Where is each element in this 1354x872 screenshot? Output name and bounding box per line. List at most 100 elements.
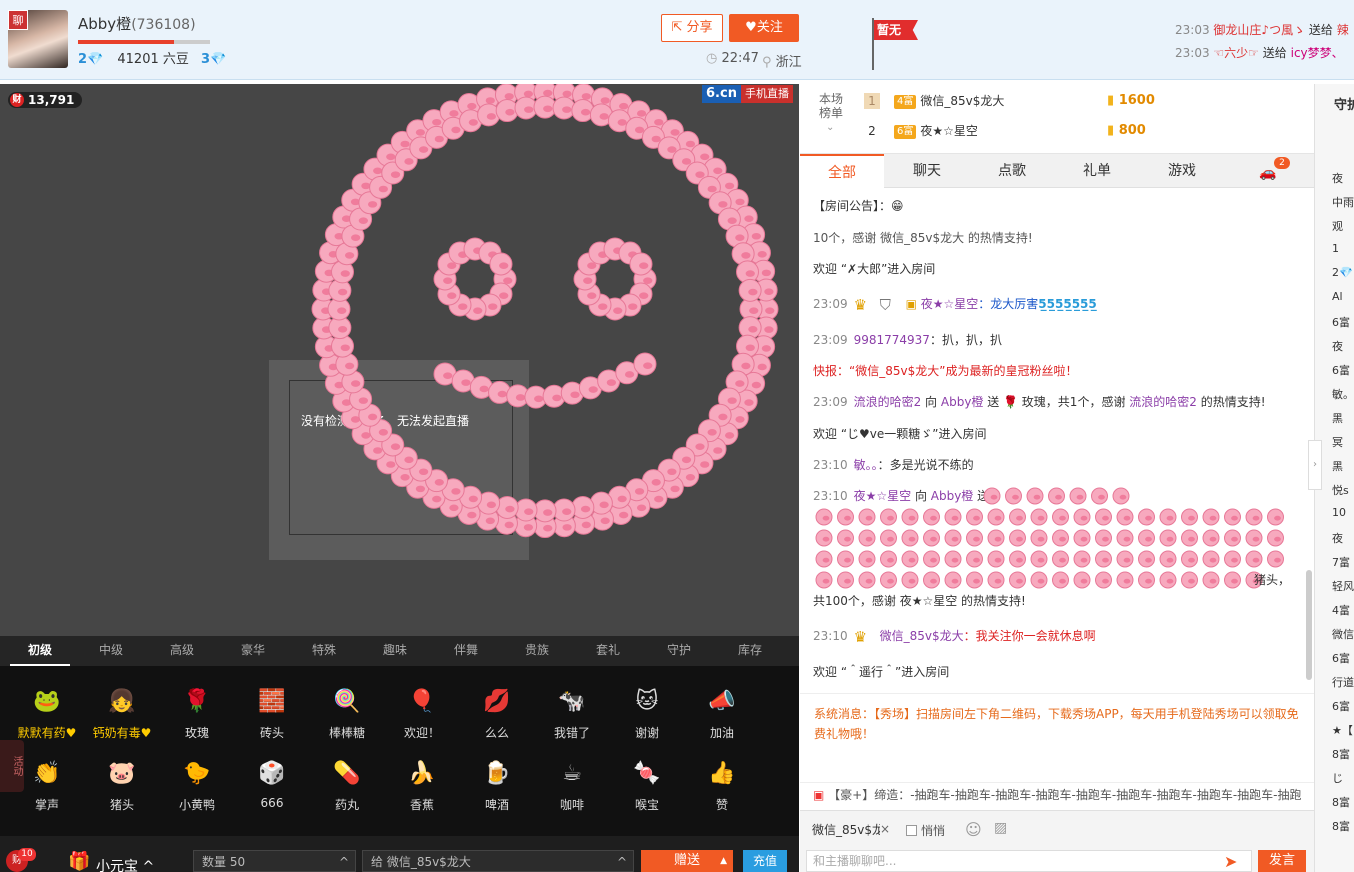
gift-item[interactable]: 🌹 玫瑰 [162,684,232,741]
guard-item[interactable]: 悦s [1332,482,1349,498]
gift-tab[interactable]: 豪华 [223,636,283,666]
gift-item[interactable]: 👍 赞 [687,756,757,813]
guard-item[interactable]: 8富 [1332,794,1350,810]
guard-item[interactable]: 轻风 [1332,578,1354,594]
pig-head-icon [1116,508,1134,526]
gift-tab[interactable]: 中级 [81,636,141,666]
guard-item[interactable]: 夜 [1332,530,1343,546]
tab-chat[interactable]: 聊天 [885,154,969,188]
rank-row[interactable]: 2 6富 夜★☆星空 [864,120,978,142]
guard-item[interactable]: 6富 [1332,314,1350,330]
guard-item[interactable]: 4富 [1332,602,1350,618]
guard-item[interactable]: 7富 [1332,554,1350,570]
gift-item[interactable]: 👧 钙奶有毒♥ [87,684,157,741]
msg-user[interactable]: 流浪的哈密2 [1129,395,1197,409]
guard-item[interactable]: 6富 [1332,650,1350,666]
feed-from[interactable]: 御龙山庄♪つ風ゝ [1213,23,1305,37]
msg-user[interactable]: 微信_85v$龙大 [880,629,964,643]
caret-up-icon: ▲ [720,856,727,866]
guard-item[interactable]: 观 [1332,218,1343,234]
pig-head-icon [1138,550,1155,568]
gift-item[interactable]: 🐱 谢谢 [612,684,682,741]
treasure-selector[interactable]: 小元宝 ^ [96,856,154,872]
whisper-checkbox[interactable]: 悄悄 [906,822,945,839]
gift-item[interactable]: 💊 药丸 [312,756,382,813]
send-gift-button[interactable]: 赠送 ▲ [641,850,733,872]
guard-item[interactable]: じ [1332,770,1343,786]
quantity-select[interactable]: 数量 50 ^ [193,850,356,872]
msg-user[interactable]: Abby橙 [941,395,984,409]
guard-item[interactable]: 行道 [1332,674,1354,690]
recipient-select[interactable]: 给 微信_85v$龙大 ^ [362,850,634,872]
gift-item[interactable]: 🍭 棒棒糖 [312,684,382,741]
chat-input[interactable]: 和主播聊聊吧... [806,850,1252,872]
paper-plane-icon[interactable]: ➤ [1224,852,1237,871]
gift-item[interactable]: 🐷 猪头 [87,756,157,813]
tab-all[interactable]: 全部 [800,154,884,188]
chat-scrollbar[interactable] [1306,570,1312,680]
gift-item[interactable]: 🐤 小黄鸭 [162,756,232,813]
activity-side-tab[interactable]: 活动 [0,740,24,792]
gift-item[interactable]: 🎲 666 [237,756,307,810]
msg-user[interactable]: 9981774937 [854,333,930,347]
emoji-icon[interactable]: ☺ [965,820,982,839]
guard-item[interactable]: 夜 [1332,170,1343,186]
tab-gift-list[interactable]: 礼单 [1055,154,1139,188]
msg-user[interactable]: 敏。。 [854,458,878,472]
feed-to[interactable]: 辣 [1337,23,1349,37]
collapse-arrow-icon[interactable]: › [1308,440,1322,490]
feed-from[interactable]: ☜六少☞ [1213,46,1259,60]
guard-item[interactable]: 中雨 [1332,194,1354,210]
msg-user[interactable]: 流浪的哈密2 [854,395,922,409]
guard-item[interactable]: 黑 [1332,458,1343,474]
gift-tab[interactable]: 特殊 [294,636,354,666]
tab-song[interactable]: 点歌 [970,154,1054,188]
gift-item[interactable]: 🍺 啤酒 [462,756,532,813]
guard-item[interactable]: 夜 [1332,338,1343,354]
gift-item[interactable]: 🎈 欢迎！ [387,684,457,741]
gift-item[interactable]: 🐄 我错了 [537,684,607,741]
guard-item[interactable]: Al [1332,290,1343,303]
guard-item[interactable]: 6富 [1332,362,1350,378]
gift-item[interactable]: ☕ 咖啡 [537,756,607,813]
gift-tab[interactable]: 趣味 [365,636,425,666]
guard-item[interactable]: 冥 [1332,434,1343,450]
guard-item[interactable]: 6富 [1332,698,1350,714]
gift-item[interactable]: 💋 么么 [462,684,532,741]
image-icon[interactable]: ▨ [994,820,1007,836]
gift-tab[interactable]: 套礼 [578,636,638,666]
send-message-button[interactable]: 发言 [1258,850,1306,872]
gift-tab[interactable]: 守护 [649,636,709,666]
recharge-button[interactable]: 充值 [743,850,787,872]
follow-button[interactable]: ♥关注 [729,14,799,42]
guard-item[interactable]: 8富 [1332,818,1350,834]
guard-item[interactable]: 2💎 [1332,266,1353,279]
guard-item[interactable]: 1 [1332,242,1339,255]
gift-tab[interactable]: 初级 [10,636,70,666]
guard-item[interactable]: ★【 [1332,722,1353,738]
guard-item[interactable]: 黑 [1332,410,1343,426]
rank-label[interactable]: 本场榜单 [814,92,848,120]
gift-item[interactable]: 🐸 默默有药♥ [12,684,82,741]
gift-item[interactable]: 🧱 砖头 [237,684,307,741]
guard-item[interactable]: 10 [1332,506,1346,519]
tab-game[interactable]: 游戏 [1140,154,1224,188]
feed-to[interactable]: icy梦梦、 [1291,46,1344,60]
gift-tab[interactable]: 伴舞 [436,636,496,666]
chevron-down-icon[interactable]: ⌄ [826,122,834,133]
gift-item[interactable]: 🍬 喉宝 [612,756,682,813]
gift-tab[interactable]: 库存 [720,636,780,666]
gift-item[interactable]: 🍌 香蕉 [387,756,457,813]
share-button[interactable]: ⇱ 分享 [661,14,723,42]
msg-user[interactable]: 夜★☆星空 [921,297,979,311]
rank-row[interactable]: 1 4富 微信_85v$龙大 [864,90,1004,112]
send-gift-label: 赠送 [673,853,700,868]
gift-tab[interactable]: 高级 [152,636,212,666]
guard-item[interactable]: 敏。 [1332,386,1354,402]
gift-tab[interactable]: 贵族 [507,636,567,666]
chat-target[interactable]: 微信_85v$龙大 [812,821,880,838]
guard-item[interactable]: 微信 [1332,626,1354,642]
gift-item[interactable]: 📣 加油 [687,684,757,741]
close-icon[interactable]: × [880,822,890,836]
guard-item[interactable]: 8富 [1332,746,1350,762]
